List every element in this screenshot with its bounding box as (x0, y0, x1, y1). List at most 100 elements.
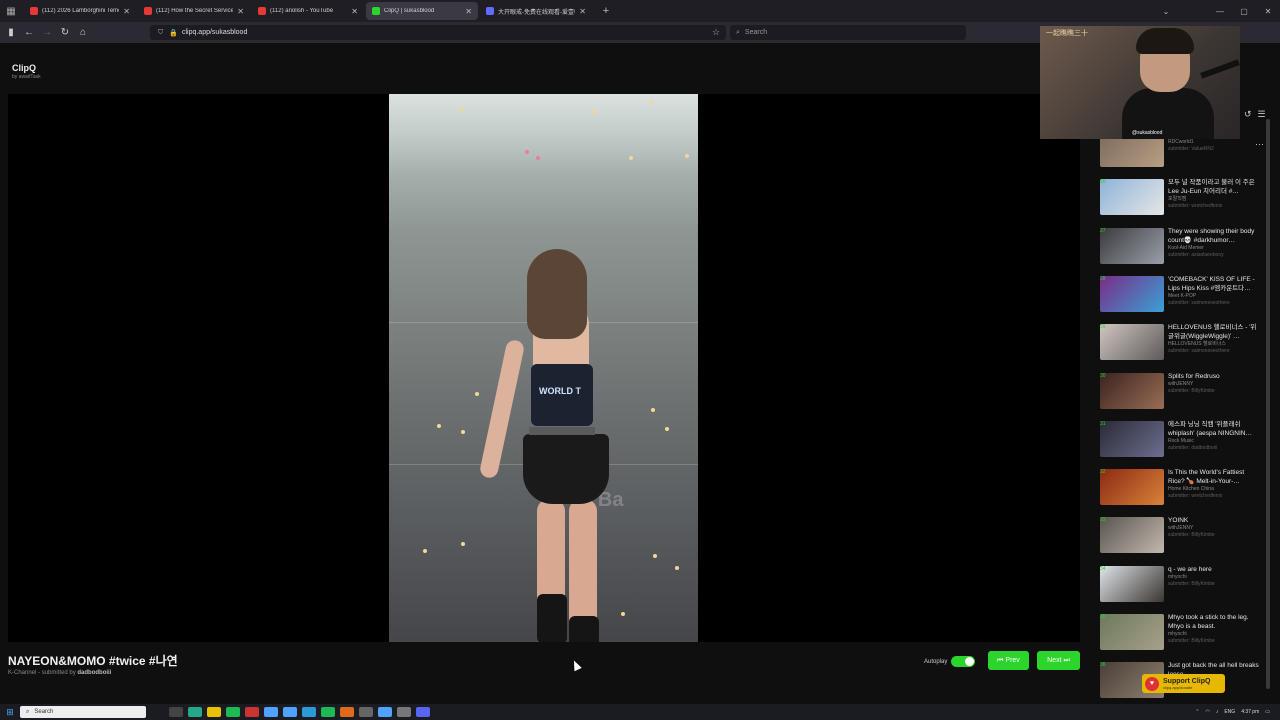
video-player[interactable]: WORLD T os Ba WORLD T (8, 94, 1080, 642)
taskbar-search[interactable]: ⌕ Search (20, 706, 146, 718)
browser-tab[interactable]: (112) anolish - YouTube ✕ (252, 2, 364, 20)
queue-thumbnail[interactable] (1100, 469, 1164, 506)
firefox-icon[interactable] (339, 707, 354, 717)
windows-start-icon[interactable]: ⊞ (0, 707, 20, 718)
tab-list-icon[interactable]: ▦ (0, 0, 22, 22)
channel-name[interactable]: K-Channel (8, 670, 36, 676)
browser-tab[interactable]: (112) 2026 Lamborghini Temeri ✕ (24, 2, 136, 20)
confetti (592, 110, 596, 114)
wifi-icon[interactable]: ◠ (1205, 709, 1209, 715)
tab-close-icon[interactable]: ✕ (237, 7, 244, 16)
queue-item[interactable]: 30 Splits for Redruso withJENNY submitter: … (1100, 372, 1260, 415)
queue-title[interactable]: 'COMEBACK' KISS OF LIFE - Lips Hips Kiss… (1168, 275, 1260, 293)
queue-thumbnail[interactable] (1100, 275, 1164, 312)
queue-thumbnail[interactable] (1100, 565, 1164, 602)
sidebar-toggle-icon[interactable]: ▮ (2, 27, 20, 38)
queue-thumbnail[interactable] (1100, 517, 1164, 554)
queue-thumbnail[interactable] (1100, 372, 1164, 409)
tab-close-icon[interactable]: ✕ (351, 7, 358, 16)
spotify-icon[interactable] (225, 707, 240, 717)
queue-title[interactable]: 모두 널 작품이라고 불러 이 주은Lee Ju-Eun 치어리더 #… (1168, 178, 1260, 196)
queue-thumbnail[interactable] (1100, 227, 1164, 264)
language-indicator[interactable]: ENG (1224, 709, 1235, 715)
next-button[interactable]: Next ⏭ (1037, 651, 1080, 670)
tab-favicon-icon (372, 7, 380, 15)
volume-icon[interactable]: ♪ (1216, 709, 1219, 715)
settings-icon[interactable] (396, 707, 411, 717)
heart-icon: ♥ (1145, 676, 1159, 691)
queue-thumbnail[interactable] (1100, 614, 1164, 650)
notification-icon[interactable]: ▭ (1265, 709, 1270, 715)
app-icon[interactable] (244, 707, 259, 717)
queue-scrollbar[interactable] (1266, 119, 1270, 689)
queue-item[interactable]: 34 q - we are here mhyochi submitter: Billy… (1100, 565, 1260, 608)
maximize-icon[interactable]: ▢ (1232, 7, 1256, 16)
history-icon[interactable]: ↺ (1244, 109, 1252, 120)
tab-close-icon[interactable]: ✕ (579, 7, 586, 16)
taskbar-app-icon[interactable] (187, 707, 202, 717)
queue-title[interactable]: Mhyo took a stick to the leg. Mhyo is a … (1168, 613, 1260, 631)
back-icon[interactable]: ← (20, 27, 38, 38)
shield-icon: ⛉ (158, 28, 164, 36)
video-frame[interactable]: WORLD T os Ba WORLD T (389, 94, 698, 642)
queue-item[interactable]: 33 YOINK withJENNY submitter: BillyKimbe (1100, 517, 1260, 559)
submitter-name[interactable]: dadbodboiii (77, 670, 111, 676)
minimize-icon[interactable]: — (1208, 7, 1232, 16)
browser-tab[interactable]: 大开眼戒-免费在线观看-爱壹帆 ✕ (480, 2, 592, 20)
discord-icon[interactable] (415, 707, 430, 717)
queue-item[interactable]: 27 They were showing their body count💀 #d… (1100, 227, 1260, 270)
browser-tab[interactable]: ClipQ | sukasblood ✕ (366, 2, 478, 20)
app-icon[interactable] (377, 707, 392, 717)
queue-thumbnail[interactable] (1100, 179, 1164, 216)
app-icon[interactable] (263, 707, 278, 717)
tab-title: (112) anolish - YouTube (270, 8, 334, 14)
filter-icon[interactable]: ☰ (1258, 109, 1266, 120)
streamer-hair (1136, 28, 1194, 54)
performer-top: WORLD T (531, 364, 593, 426)
queue-item[interactable]: 29 HELLOVENUS 헬로비너스 - '위글위글(WiggleWiggle)… (1100, 324, 1260, 366)
tab-close-icon[interactable]: ✕ (465, 7, 472, 16)
edge-icon[interactable] (301, 707, 316, 717)
queue-title[interactable]: 에스파 닝닝 직캠 '위플래쉬 whiplash' (aespa NINGNIN… (1168, 420, 1260, 438)
prev-button[interactable]: ⏮ Prev (988, 651, 1029, 670)
queue-thumbnail[interactable] (1100, 420, 1164, 457)
task-view-icon[interactable] (168, 707, 183, 717)
browser-tab[interactable]: (112) How the Secret Service A ✕ (138, 2, 250, 20)
queue-title[interactable]: HELLOVENUS 헬로비너스 - '위글위글(WiggleWiggle)' … (1168, 323, 1260, 341)
performer: WORLD T (478, 244, 629, 642)
queue-position: 31 (1100, 420, 1106, 427)
queue-title[interactable]: YOINK (1168, 516, 1260, 525)
app-icon[interactable] (282, 707, 297, 717)
clock[interactable]: 4:37 pm (1241, 709, 1259, 715)
queue-item[interactable]: 31 에스파 닝닝 직캠 '위플래쉬 whiplash' (aespa NINGN… (1100, 420, 1260, 463)
reload-icon[interactable]: ↻ (56, 27, 74, 38)
support-button[interactable]: ♥ Support ClipQ clipq.app/donate (1142, 674, 1225, 693)
search-input[interactable]: ⌕ Search (730, 25, 966, 40)
autoplay-toggle[interactable] (951, 656, 976, 667)
home-icon[interactable]: ⌂ (74, 27, 92, 38)
app-icon[interactable] (358, 707, 373, 717)
queue-title[interactable]: q - we are here (1168, 565, 1260, 574)
new-tab-button[interactable]: + (596, 5, 616, 17)
queue-title[interactable]: Splits for Redruso (1168, 372, 1260, 381)
queue-thumbnail[interactable] (1100, 324, 1164, 361)
tray-chevron-icon[interactable]: ⌃ (1195, 709, 1199, 715)
spotify-icon[interactable] (320, 707, 335, 717)
brand[interactable]: ClipQ by awaitTask (12, 63, 41, 80)
confetti (525, 150, 529, 154)
clipq-page: ClipQ by awaitTask WORLD T os Ba WORLD T (0, 43, 1280, 704)
queue-item[interactable]: 26 모두 널 작품이라고 불러 이 주은Lee Ju-Eun 치어리더 #… 포랄… (1100, 179, 1260, 221)
queue-title[interactable]: Is This the World's Fattiest Rice? 🍗 Mel… (1168, 468, 1260, 486)
forward-icon[interactable]: → (38, 27, 56, 38)
queue-item[interactable]: 28 'COMEBACK' KISS OF LIFE - Lips Hips Ki… (1100, 275, 1260, 318)
bookmark-star-icon[interactable]: ☆ (712, 27, 720, 38)
queue-item[interactable]: 35 Mhyo took a stick to the leg. Mhyo is … (1100, 614, 1260, 656)
queue-title[interactable]: They were showing their body count💀 #dar… (1168, 227, 1260, 245)
queue-item[interactable]: 32 Is This the World's Fattiest Rice? 🍗 M… (1100, 469, 1260, 511)
close-window-icon[interactable]: ✕ (1256, 7, 1280, 16)
file-explorer-icon[interactable] (206, 707, 221, 717)
url-bar[interactable]: ⛉ 🔒 clipq.app/sukasblood ☆ (150, 25, 726, 40)
queue-position: 26 (1100, 179, 1106, 186)
tab-close-icon[interactable]: ✕ (123, 7, 130, 16)
tab-overflow-chevron-icon[interactable]: ⌄ (1154, 7, 1178, 16)
